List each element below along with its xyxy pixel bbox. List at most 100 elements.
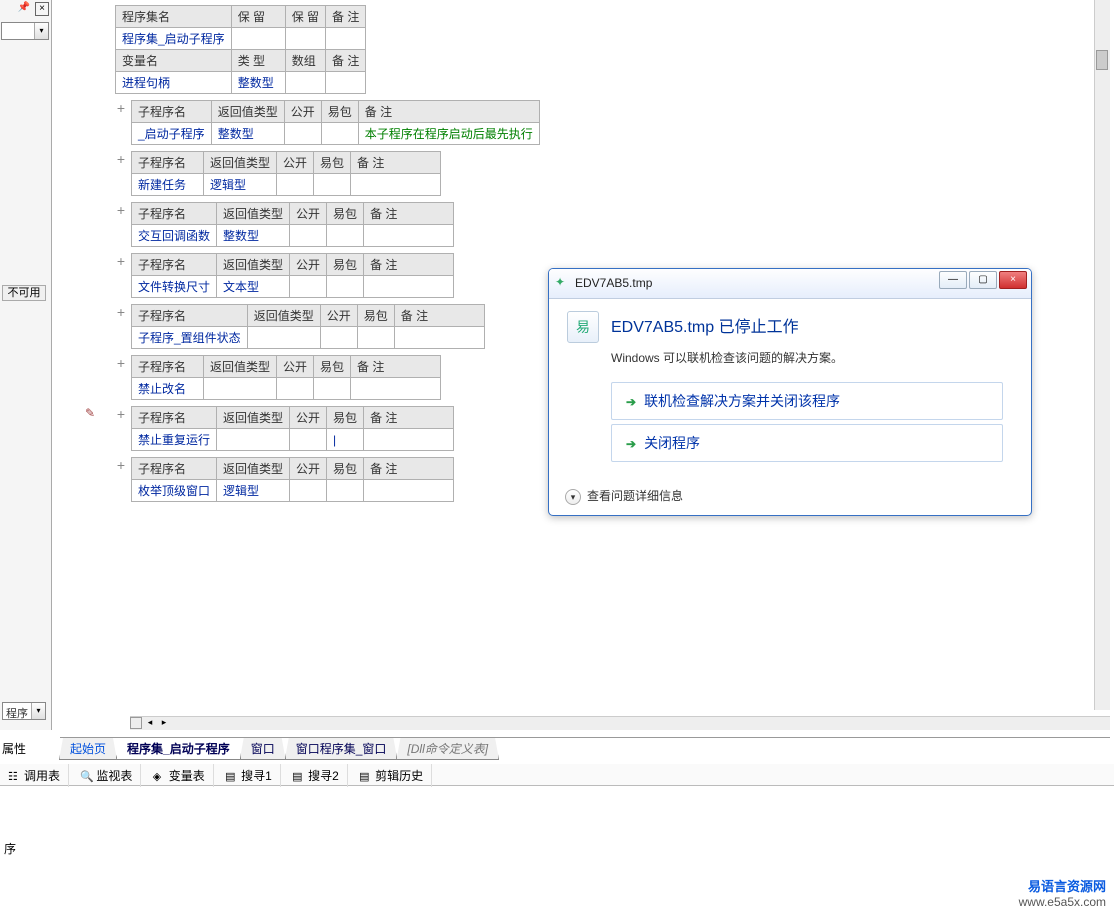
- val-cell[interactable]: [327, 480, 364, 502]
- val-cell[interactable]: [327, 276, 364, 298]
- combo-bottom[interactable]: 程序▾: [2, 702, 46, 720]
- tool-search2[interactable]: ▤搜寻2: [284, 764, 348, 787]
- val-cell[interactable]: [364, 225, 454, 247]
- chevron-down-icon: ▾: [34, 23, 48, 39]
- hdr-cell: 返回值类型: [247, 305, 320, 327]
- combo-1[interactable]: ▾: [1, 22, 49, 40]
- val-cell[interactable]: [290, 225, 327, 247]
- close-button[interactable]: ×: [35, 2, 49, 16]
- tool-calltable[interactable]: ☷调用表: [0, 764, 69, 787]
- val-cell[interactable]: [204, 378, 277, 400]
- chevron-down-icon: ▾: [565, 489, 581, 505]
- val-cell[interactable]: [217, 429, 290, 451]
- edit-marker-icon: ✎: [85, 406, 95, 420]
- hdr-cell: 备 注: [326, 50, 366, 72]
- view-details[interactable]: ▾查看问题详细信息: [565, 487, 683, 505]
- dialog-titlebar[interactable]: ✦ EDV7AB5.tmp — ▢ ×: [549, 269, 1031, 299]
- val-cell[interactable]: [277, 378, 314, 400]
- vertical-scrollbar[interactable]: [1094, 0, 1110, 710]
- val-cell[interactable]: _启动子程序: [132, 123, 212, 145]
- watermark-title: 易语言资源网: [1019, 876, 1106, 895]
- val-cell[interactable]: [290, 480, 327, 502]
- maximize-button[interactable]: ▢: [969, 271, 997, 289]
- not-available-label: 不可用: [2, 285, 46, 301]
- option-check-online[interactable]: ➔联机检查解决方案并关闭该程序: [611, 382, 1003, 420]
- val-cell[interactable]: 进程句柄: [116, 72, 232, 94]
- val-cell[interactable]: [284, 123, 321, 145]
- tool-vars[interactable]: ◈变量表: [145, 764, 214, 787]
- val-cell[interactable]: [321, 123, 358, 145]
- expand-icon[interactable]: +: [115, 355, 127, 371]
- val-cell[interactable]: [357, 327, 394, 349]
- scrollbar-thumb[interactable]: [1096, 50, 1108, 70]
- close-button[interactable]: ×: [999, 271, 1027, 289]
- tool-search1[interactable]: ▤搜寻1: [217, 764, 281, 787]
- tab-programset[interactable]: 程序集_启动子程序: [116, 738, 241, 760]
- val-cell[interactable]: 整数型: [231, 72, 285, 94]
- expand-icon[interactable]: +: [115, 202, 127, 218]
- property-label: 属性: [2, 740, 26, 757]
- val-cell[interactable]: [290, 276, 327, 298]
- arrow-icon: ➔: [626, 395, 636, 409]
- val-cell[interactable]: [394, 327, 484, 349]
- expand-icon[interactable]: +: [115, 151, 127, 167]
- val-cell[interactable]: 禁止改名: [132, 378, 204, 400]
- tool-watch[interactable]: 🔍监视表: [72, 764, 141, 787]
- tool-clip[interactable]: ▤剪辑历史: [351, 764, 432, 787]
- scroll-left-icon[interactable]: ◂: [144, 717, 156, 729]
- val-cell[interactable]: [364, 429, 454, 451]
- val-cell[interactable]: 文件转换尺寸: [132, 276, 217, 298]
- option-close-program[interactable]: ➔关闭程序: [611, 424, 1003, 462]
- tab-start[interactable]: 起始页: [59, 738, 117, 760]
- hdr-cell: 子程序名: [132, 203, 217, 225]
- hdr-cell: 子程序名: [132, 458, 217, 480]
- expand-icon[interactable]: +: [115, 100, 127, 116]
- val-cell[interactable]: 整数型: [217, 225, 290, 247]
- val-cell[interactable]: [277, 174, 314, 196]
- val-cell[interactable]: [314, 378, 351, 400]
- hdr-cell: 备 注: [351, 152, 441, 174]
- val-cell[interactable]: 逻辑型: [204, 174, 277, 196]
- val-cell[interactable]: [351, 174, 441, 196]
- val-cell[interactable]: [314, 174, 351, 196]
- val-cell[interactable]: 交互回调函数: [132, 225, 217, 247]
- val-cell[interactable]: [364, 276, 454, 298]
- val-cell[interactable]: 逻辑型: [217, 480, 290, 502]
- sub-table: 子程序名返回值类型公开易包备 注枚举顶级窗口逻辑型: [131, 457, 454, 502]
- val-cell[interactable]: 禁止重复运行: [132, 429, 217, 451]
- hdr-cell: 返回值类型: [217, 203, 290, 225]
- hdr-cell: 子程序名: [132, 407, 217, 429]
- hdr-cell: 易包: [327, 458, 364, 480]
- scroll-right-icon[interactable]: ▸: [158, 717, 170, 729]
- val-cell[interactable]: 子程序_置组件状态: [132, 327, 248, 349]
- val-cell[interactable]: |: [327, 429, 364, 451]
- val-cell[interactable]: 程序集_启动子程序: [116, 28, 232, 50]
- val-cell[interactable]: 枚举顶级窗口: [132, 480, 217, 502]
- val-cell[interactable]: [351, 378, 441, 400]
- tab-window-programset[interactable]: 窗口程序集_窗口: [285, 738, 398, 760]
- val-cell[interactable]: [364, 480, 454, 502]
- scroll-square[interactable]: [130, 717, 142, 729]
- list-icon: ☷: [8, 770, 20, 783]
- expand-icon[interactable]: +: [115, 304, 127, 320]
- expand-icon[interactable]: +: [115, 253, 127, 269]
- sub-table: 子程序名返回值类型公开易包备 注禁止重复运行|: [131, 406, 454, 451]
- val-cell[interactable]: [320, 327, 357, 349]
- expand-icon[interactable]: +: [115, 406, 127, 422]
- val-cell[interactable]: 文本型: [217, 276, 290, 298]
- minimize-button[interactable]: —: [939, 271, 967, 289]
- tab-window[interactable]: 窗口: [240, 738, 286, 760]
- hdr-cell: 子程序名: [132, 101, 212, 123]
- val-cell[interactable]: 本子程序在程序启动后最先执行: [358, 123, 539, 145]
- val-cell[interactable]: [247, 327, 320, 349]
- expand-icon[interactable]: +: [115, 457, 127, 473]
- pin-icon[interactable]: 📌: [17, 2, 31, 16]
- val-cell[interactable]: 整数型: [211, 123, 284, 145]
- val-cell[interactable]: [327, 225, 364, 247]
- horizontal-scrollbar[interactable]: ◂ ▸: [130, 716, 1110, 730]
- hdr-cell: 数组: [285, 50, 325, 72]
- tab-dll[interactable]: [Dll命令定义表]: [396, 738, 499, 760]
- val-cell[interactable]: 新建任务: [132, 174, 204, 196]
- hdr-cell: 备 注: [326, 6, 366, 28]
- val-cell[interactable]: [290, 429, 327, 451]
